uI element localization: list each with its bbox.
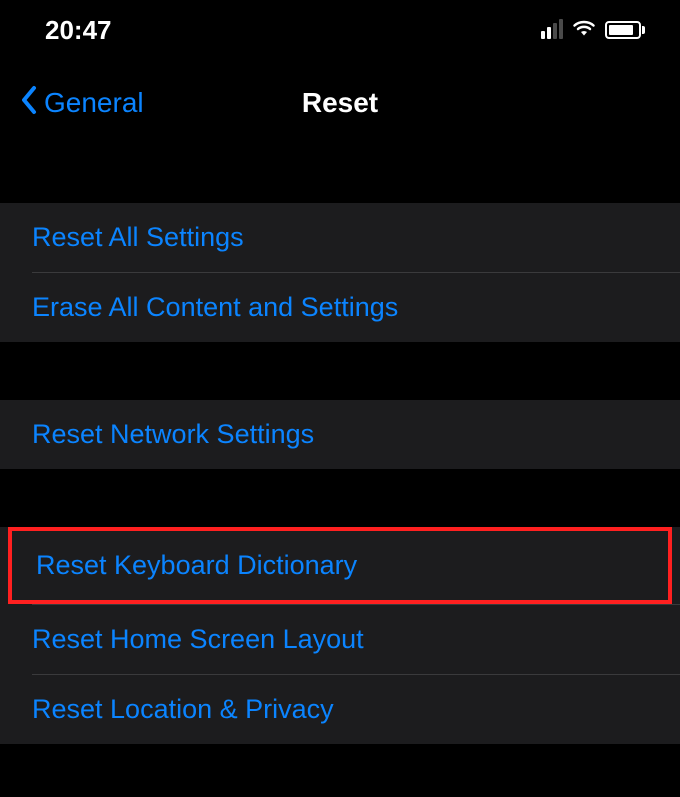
reset-network-settings-row[interactable]: Reset Network Settings (0, 400, 680, 469)
erase-all-content-row[interactable]: Erase All Content and Settings (0, 273, 680, 342)
status-time: 20:47 (45, 15, 112, 46)
reset-all-settings-row[interactable]: Reset All Settings (0, 203, 680, 272)
battery-icon (605, 21, 645, 39)
wifi-icon (571, 18, 597, 43)
back-button[interactable]: General (20, 85, 144, 120)
settings-group-1: Reset All Settings Erase All Content and… (0, 203, 680, 342)
row-label: Erase All Content and Settings (32, 292, 398, 323)
highlight-annotation: Reset Keyboard Dictionary (8, 527, 672, 604)
row-label: Reset Keyboard Dictionary (36, 550, 357, 581)
settings-group-3: Reset Keyboard Dictionary Reset Home Scr… (0, 527, 680, 744)
cellular-icon (541, 21, 563, 39)
page-title: Reset (302, 87, 378, 119)
back-label: General (44, 87, 144, 119)
row-label: Reset Network Settings (32, 419, 314, 450)
status-bar: 20:47 (0, 0, 680, 60)
row-label: Reset Location & Privacy (32, 694, 334, 725)
status-icons (541, 18, 645, 43)
section-spacer (0, 342, 680, 400)
settings-group-2: Reset Network Settings (0, 400, 680, 469)
reset-location-privacy-row[interactable]: Reset Location & Privacy (0, 675, 680, 744)
nav-bar: General Reset (0, 60, 680, 145)
chevron-left-icon (20, 85, 38, 120)
reset-home-screen-layout-row[interactable]: Reset Home Screen Layout (0, 605, 680, 674)
section-spacer (0, 145, 680, 203)
section-spacer (0, 469, 680, 527)
reset-keyboard-dictionary-row[interactable]: Reset Keyboard Dictionary (12, 531, 668, 600)
row-label: Reset All Settings (32, 222, 244, 253)
row-label: Reset Home Screen Layout (32, 624, 364, 655)
